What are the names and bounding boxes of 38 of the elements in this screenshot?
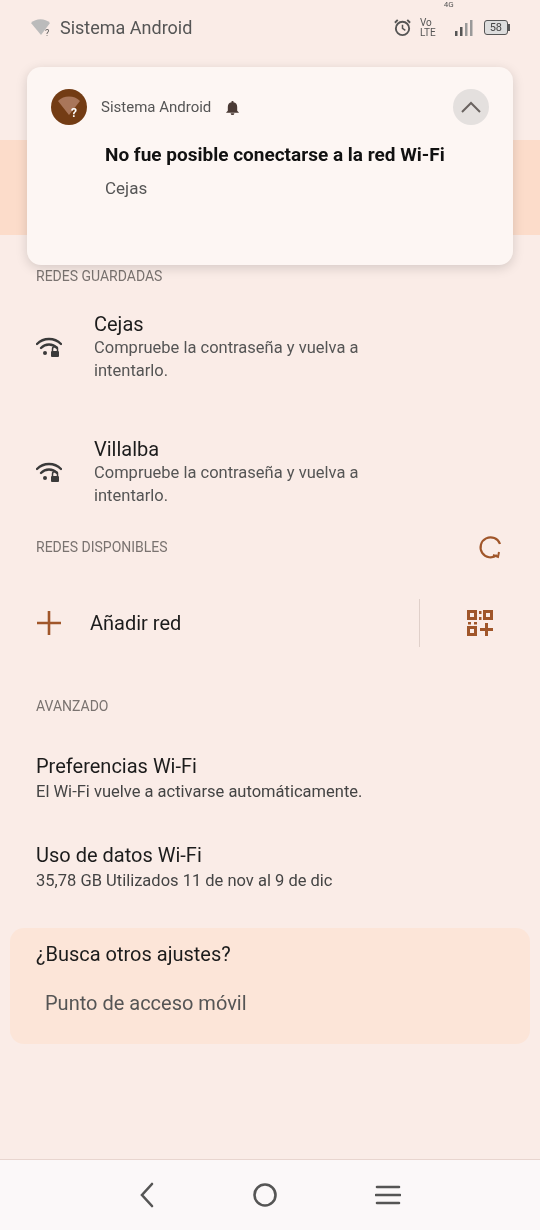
network-type-label: 4G <box>443 0 454 9</box>
bell-icon <box>225 99 241 115</box>
network-status: Compruebe la contraseña y vuelva a intentarlo. <box>94 461 360 507</box>
wifi-lock-icon <box>36 335 62 358</box>
home-icon[interactable] <box>252 1182 278 1208</box>
lte-label: LTE <box>419 27 436 38</box>
plus-icon <box>36 610 62 636</box>
notification-card[interactable]: ? Sistema Android No fue posible conectarse a la red Wi-Fi Cejas <box>27 67 513 265</box>
menu-icon[interactable] <box>375 1184 402 1206</box>
wifi-question-icon: ? <box>51 89 87 125</box>
network-name[interactable]: Villalba <box>94 436 389 461</box>
notification-app-name: Sistema Android <box>60 17 193 38</box>
section-header: AVANZADO <box>36 698 109 714</box>
notification-app-name: Sistema Android <box>101 98 212 116</box>
setting-summary: 35,78 GB Utilizados 11 de nov al 9 de dic <box>36 871 334 890</box>
section-header: REDES DISPONIBLES <box>36 539 168 555</box>
chevron-icon <box>461 101 481 113</box>
card-title: ¿Busca otros ajustes? <box>36 942 232 966</box>
setting-title[interactable]: Uso de datos Wi-Fi <box>36 843 504 867</box>
back-icon[interactable] <box>138 1182 155 1208</box>
setting-summary: El Wi-Fi vuelve a activarse automáticamente. <box>36 782 364 801</box>
suggestion-link[interactable]: Punto de acceso móvil <box>45 991 247 1015</box>
collapse-button[interactable] <box>453 89 489 125</box>
network-name[interactable]: Cejas <box>94 311 389 336</box>
section-header: REDES GUARDADAS <box>36 268 163 284</box>
signal-icon <box>453 18 476 37</box>
setting-title[interactable]: Preferencias Wi-Fi <box>36 754 504 778</box>
notification-title: No fue posible conectarse a la red Wi-Fi <box>105 142 445 168</box>
wifi-question-icon: ? <box>30 18 52 37</box>
wifi-lock-icon <box>36 460 62 483</box>
qr-code-icon <box>466 609 494 637</box>
battery-indicator: 58 <box>483 20 508 35</box>
refresh-icon[interactable] <box>478 534 504 560</box>
volte-label: Vo <box>419 17 433 28</box>
add-network-button[interactable]: Añadir red <box>0 570 419 676</box>
notification-text: Cejas <box>105 178 149 198</box>
network-status: Compruebe la contraseña y vuelva a intentarlo. <box>94 336 360 382</box>
alarm-icon <box>392 18 412 37</box>
